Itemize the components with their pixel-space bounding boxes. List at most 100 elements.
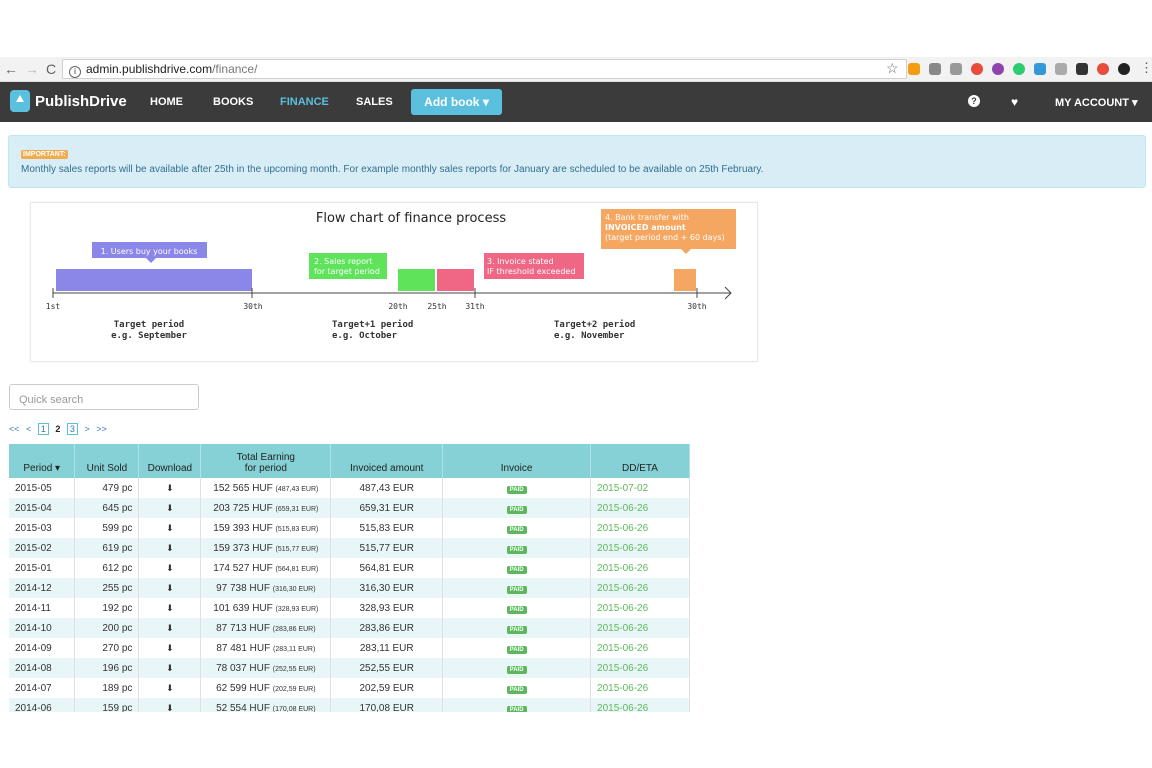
quick-search-input[interactable] bbox=[9, 384, 199, 410]
download-icon[interactable]: ⬇ bbox=[138, 578, 202, 598]
download-icon[interactable]: ⬇ bbox=[138, 598, 202, 618]
download-icon[interactable]: ⬇ bbox=[138, 558, 202, 578]
period-cell: 2014-07 bbox=[9, 678, 76, 698]
invoice-status-cell: PAID bbox=[442, 538, 592, 558]
extension-icon[interactable] bbox=[971, 63, 983, 75]
earning-eur: (659,31 EUR) bbox=[275, 505, 319, 513]
period-example: e.g. September bbox=[111, 331, 187, 341]
col-invoiced-amount: Invoiced amount bbox=[330, 444, 444, 478]
favorites-heart-icon[interactable]: ♥ bbox=[1011, 95, 1018, 109]
eta-cell: 2015-06-26 bbox=[590, 518, 690, 538]
unit-sold-cell: 200 pc bbox=[74, 618, 140, 638]
col-invoice: Invoice bbox=[442, 444, 592, 478]
col-dd-eta: DD/ETA bbox=[590, 444, 690, 478]
page-link-2-current[interactable]: 2 bbox=[55, 424, 60, 434]
download-icon[interactable]: ⬇ bbox=[138, 658, 202, 678]
add-book-button[interactable]: Add book ▾ bbox=[411, 89, 502, 115]
target-period-bar bbox=[56, 269, 252, 291]
unit-sold-cell: 479 pc bbox=[74, 478, 140, 498]
invoice-status-cell: PAID bbox=[442, 658, 592, 678]
download-icon[interactable]: ⬇ bbox=[138, 698, 202, 712]
browser-menu-icon[interactable]: ⋮ bbox=[1140, 60, 1152, 76]
nav-home[interactable]: HOME bbox=[150, 96, 183, 108]
period-cell: 2015-05 bbox=[9, 478, 76, 498]
earning-eur: (283,11 EUR) bbox=[273, 645, 316, 653]
table-row: 2015-02 619 pc ⬇ 159 373 HUF (515,77 EUR) 51… bbox=[9, 538, 690, 558]
help-icon[interactable]: ? bbox=[968, 95, 980, 107]
important-badge: IMPORTANT: bbox=[21, 150, 68, 159]
bank-transfer-bar bbox=[674, 269, 696, 291]
eta-cell: 2015-06-26 bbox=[590, 558, 690, 578]
earning-eur: (170,08 EUR) bbox=[272, 705, 316, 713]
total-earning-cell: 152 565 HUF (487,43 EUR) bbox=[200, 478, 332, 498]
eta-cell: 2015-06-26 bbox=[590, 598, 690, 618]
earning-huf: 101 639 HUF bbox=[213, 602, 276, 614]
eta-cell: 2015-06-26 bbox=[590, 578, 690, 598]
table-row: 2014-10 200 pc ⬇ 87 713 HUF (283,86 EUR) 283… bbox=[9, 618, 690, 638]
nav-books[interactable]: BOOKS bbox=[213, 96, 253, 108]
col-period[interactable]: Period ▾ bbox=[9, 444, 76, 478]
first-page-link[interactable]: << bbox=[9, 424, 20, 434]
download-icon[interactable]: ⬇ bbox=[138, 478, 202, 498]
tick-label: 20th bbox=[388, 302, 407, 311]
page-link-1[interactable]: 1 bbox=[37, 423, 49, 435]
nav-finance[interactable]: FINANCE bbox=[280, 96, 329, 108]
prev-page-link[interactable]: < bbox=[26, 424, 31, 434]
download-icon[interactable]: ⬇ bbox=[138, 518, 202, 538]
period-cell: 2014-06 bbox=[9, 698, 76, 712]
earning-eur: (564,81 EUR) bbox=[275, 565, 319, 573]
address-bar[interactable]: i admin.publishdrive.com/finance/ bbox=[62, 59, 907, 79]
eta-cell: 2015-06-26 bbox=[590, 538, 690, 558]
eta-cell: 2015-06-26 bbox=[590, 618, 690, 638]
nav-sales[interactable]: SALES bbox=[356, 96, 393, 108]
earning-huf: 87 713 HUF bbox=[216, 622, 273, 634]
download-icon[interactable]: ⬇ bbox=[138, 638, 202, 658]
extension-icon[interactable] bbox=[1118, 63, 1130, 75]
page-link-3[interactable]: 3 bbox=[66, 423, 78, 435]
earning-eur: (316,30 EUR) bbox=[272, 585, 316, 593]
last-page-link[interactable]: >> bbox=[96, 424, 107, 434]
unit-sold-cell: 255 pc bbox=[74, 578, 140, 598]
extension-icon[interactable] bbox=[1034, 63, 1046, 75]
extension-icon[interactable] bbox=[908, 63, 920, 75]
invoice-status-cell: PAID bbox=[442, 618, 592, 638]
extension-icon[interactable] bbox=[1013, 63, 1025, 75]
step2-label-line1: 2. Sales report bbox=[314, 257, 372, 266]
earning-huf: 203 725 HUF bbox=[213, 502, 276, 514]
step1-label: 1. Users buy your books bbox=[101, 247, 198, 256]
table-row: 2014-06 159 pc ⬇ 52 554 HUF (170,08 EUR) 170… bbox=[9, 698, 690, 712]
table-header-row: Period ▾ Unit Sold Download Total Earnin… bbox=[9, 444, 690, 478]
step4-label-line2: INVOICED amount bbox=[605, 223, 686, 232]
period-cell: 2014-12 bbox=[9, 578, 76, 598]
back-icon[interactable]: ← bbox=[4, 60, 18, 78]
download-icon[interactable]: ⬇ bbox=[138, 498, 202, 518]
period-cell: 2014-08 bbox=[9, 658, 76, 678]
reload-icon[interactable]: C bbox=[46, 60, 56, 78]
download-icon[interactable]: ⬇ bbox=[138, 618, 202, 638]
forward-icon[interactable]: → bbox=[25, 60, 39, 78]
extension-icon[interactable] bbox=[950, 63, 962, 75]
extension-icon[interactable] bbox=[992, 63, 1004, 75]
step4-label-line1: 4. Bank transfer with bbox=[605, 213, 689, 222]
step1-pointer bbox=[146, 258, 156, 263]
invoiced-amount-cell: 202,59 EUR bbox=[330, 678, 444, 698]
extension-icon[interactable] bbox=[929, 63, 941, 75]
download-icon[interactable]: ⬇ bbox=[138, 538, 202, 558]
earning-huf: 87 481 HUF bbox=[216, 642, 274, 654]
earning-eur: (283,86 EUR) bbox=[272, 625, 316, 633]
download-icon[interactable]: ⬇ bbox=[138, 678, 202, 698]
total-earning-cell: 203 725 HUF (659,31 EUR) bbox=[200, 498, 332, 518]
info-icon[interactable]: i bbox=[69, 66, 81, 78]
table-row: 2015-04 645 pc ⬇ 203 725 HUF (659,31 EUR) 65… bbox=[9, 498, 690, 518]
brand-logo[interactable]: PublishDrive bbox=[35, 93, 127, 110]
bookmark-star-icon[interactable]: ☆ bbox=[886, 60, 899, 77]
logo-icon[interactable] bbox=[10, 90, 30, 112]
my-account-menu[interactable]: MY ACCOUNT ▾ bbox=[1055, 96, 1138, 109]
extension-icon[interactable] bbox=[1097, 63, 1109, 75]
invoice-status-cell: PAID bbox=[442, 478, 592, 498]
total-earning-cell: 174 527 HUF (564,81 EUR) bbox=[200, 558, 332, 578]
next-page-link[interactable]: > bbox=[84, 424, 89, 434]
cast-icon[interactable] bbox=[1055, 63, 1067, 75]
extension-icon[interactable] bbox=[1076, 63, 1088, 75]
tick-label: 30th bbox=[687, 302, 706, 311]
